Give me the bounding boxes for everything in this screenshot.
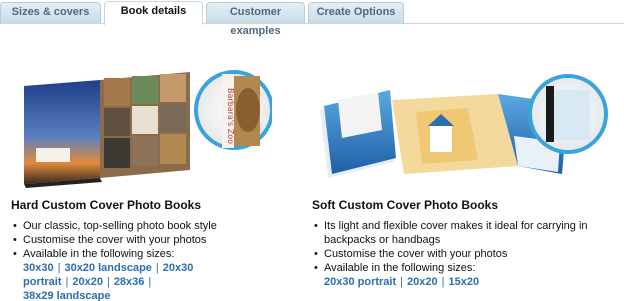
soft-cover-features: Its light and flexible cover makes it id…: [312, 219, 622, 275]
divider: |: [65, 276, 69, 288]
list-item: Available in the following sizes:: [312, 261, 622, 275]
divider: |: [57, 262, 61, 274]
tab-sizes-covers[interactable]: Sizes & covers: [0, 2, 101, 23]
spine-text: Barbara's Zoo: [226, 88, 235, 144]
tab-bar: Sizes & covers Book details Customer exa…: [0, 0, 624, 37]
divider: |: [441, 276, 445, 288]
divider: |: [155, 262, 159, 274]
tab-book-details[interactable]: Book details: [104, 1, 203, 25]
divider: |: [148, 276, 152, 288]
list-item: Its light and flexible cover makes it id…: [312, 219, 622, 247]
size-link-30x20-landscape[interactable]: 30x20 landscape: [64, 262, 151, 274]
soft-cover-title: Soft Custom Cover Photo Books: [312, 198, 499, 212]
size-link-15x20[interactable]: 15x20: [448, 276, 479, 288]
list-item: Available in the following sizes:: [11, 247, 301, 261]
tab-create-options[interactable]: Create Options: [308, 2, 404, 23]
divider: |: [400, 276, 404, 288]
size-link-20x20[interactable]: 20x20: [72, 276, 103, 288]
size-link-28x36[interactable]: 28x36: [114, 276, 145, 288]
hard-cover-book-image: Barbara's Zoo: [22, 58, 274, 190]
hard-cover-section: Hard Custom Cover Photo Books Our classi…: [11, 198, 301, 301]
size-link-20x30-portrait[interactable]: 20x30 portrait: [324, 276, 396, 288]
size-link-20x20[interactable]: 20x20: [407, 276, 438, 288]
size-link-38x29-landscape[interactable]: 38x29 landscape: [23, 290, 110, 301]
tab-customer-examples[interactable]: Customer examples: [206, 2, 305, 37]
hard-cover-title: Hard Custom Cover Photo Books: [11, 198, 202, 212]
soft-cover-section: Soft Custom Cover Photo Books Its light …: [312, 198, 622, 289]
list-item: Customise the cover with your photos: [312, 247, 622, 261]
soft-cover-book-image: [318, 66, 610, 186]
list-item: Our classic, top-selling photo book styl…: [11, 219, 301, 233]
hard-cover-size-links: 30x30 | 30x20 landscape | 20x30 portrait | 20x…: [11, 261, 301, 301]
list-item: Customise the cover with your photos: [11, 233, 301, 247]
size-link-30x30[interactable]: 30x30: [23, 262, 54, 274]
hard-cover-features: Our classic, top-selling photo book styl…: [11, 219, 301, 261]
divider: |: [106, 276, 110, 288]
soft-cover-size-links: 20x30 portrait | 20x20 | 15x20: [312, 275, 622, 289]
